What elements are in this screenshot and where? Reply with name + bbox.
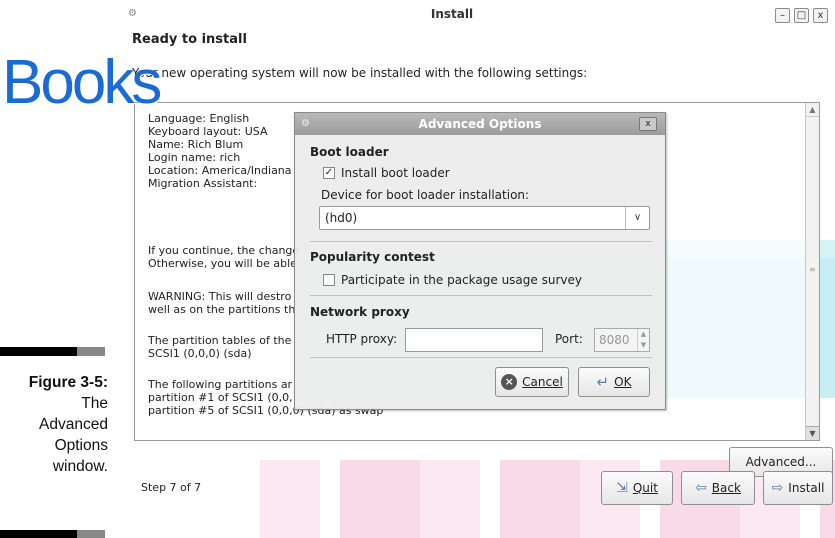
port-label: Port: [555, 332, 583, 346]
summary-line: partition #1 of SCSI1 (0,0, [148, 391, 293, 404]
port-value: 8080 [599, 333, 630, 347]
window-title: Install [430, 7, 474, 21]
install-boot-loader-label: Install boot loader [341, 166, 450, 180]
section-divider [310, 241, 652, 242]
port-spinner[interactable]: 8080 ▲ ▼ [594, 328, 650, 352]
section-divider [310, 295, 652, 296]
install-button[interactable]: ⇨ Install [763, 471, 833, 505]
dialog-title: Advanced Options [418, 117, 542, 131]
caption-rule-top [0, 347, 77, 356]
device-label-text: Device for boot loader installation: [321, 188, 530, 202]
advanced-button-label: Advanced... [745, 455, 817, 469]
summary-line: Name: Rich Blum [148, 138, 244, 151]
back-arrow-icon: ⇦ [695, 480, 707, 496]
caption-line: The [81, 395, 108, 412]
ok-arrow-icon: ↵ [596, 373, 610, 391]
scroll-down-icon[interactable]: ▼ [806, 426, 819, 440]
popularity-contest-heading: Popularity contest [310, 250, 435, 264]
summary-line: SCSI1 (0,0,0) (sda) [148, 347, 252, 360]
caption-line: Advanced [39, 416, 108, 433]
summary-line: Keyboard layout: USA [148, 125, 268, 138]
boot-device-value: (hd0) [325, 211, 358, 225]
scroll-up-icon[interactable]: ▲ [806, 103, 819, 117]
caption-line: Options [54, 437, 108, 454]
ok-button-label: OK [614, 375, 632, 389]
chevron-down-icon[interactable]: ∨ [625, 207, 649, 229]
figure-caption: Figure 3-5: The Advanced Options window. [29, 372, 108, 477]
scroll-grip-icon[interactable]: ≡ [809, 265, 816, 274]
quit-icon: ⇲ [616, 480, 628, 496]
device-label: Device for boot loader installation: [321, 188, 529, 202]
http-proxy-label-text: HTTP proxy: [326, 332, 398, 346]
caption-line: window. [52, 458, 108, 475]
step-indicator: Step 7 of 7 [141, 481, 202, 494]
summary-line: WARNING: This will destro [148, 290, 292, 303]
network-proxy-heading: Network proxy [310, 305, 410, 319]
summary-line: Login name: rich [148, 151, 241, 164]
package-survey-option[interactable]: Participate in the package usage survey [323, 273, 582, 287]
quit-button[interactable]: ⇲ Quit [601, 471, 673, 505]
dialog-close-button[interactable]: x [639, 117, 657, 131]
boot-loader-heading: Boot loader [310, 145, 389, 159]
summary-line: The following partitions ar [148, 378, 293, 391]
summary-line: well as on the partitions th [148, 303, 296, 316]
books-logo: Books [2, 48, 162, 117]
install-boot-loader-checkbox[interactable]: ✓ [323, 167, 335, 179]
package-survey-label: Participate in the package usage survey [341, 273, 582, 287]
window-titlebar[interactable]: ⚙ Install – □ x [122, 4, 835, 26]
spinner-arrows-icon[interactable]: ▲ ▼ [637, 329, 649, 351]
summary-line: Migration Assistant: [148, 177, 258, 190]
ok-button[interactable]: ↵ OK [578, 367, 650, 397]
figure-number: Figure 3-5: [28, 374, 108, 391]
forward-arrow-icon: ⇨ [771, 480, 784, 496]
cancel-button[interactable]: × Cancel [495, 367, 569, 397]
port-label-text: Port: [555, 332, 583, 346]
page-title: Ready to install [132, 32, 247, 47]
maximize-button[interactable]: □ [794, 8, 809, 23]
summary-line: If you continue, the change [148, 244, 300, 257]
quit-button-label: Quit [632, 481, 658, 495]
summary-line: Language: English [148, 112, 250, 125]
advanced-options-dialog: ⚙ Advanced Options x Boot loader ✓ Insta… [294, 112, 666, 410]
dialog-titlebar[interactable]: ⚙ Advanced Options x [295, 113, 665, 135]
caption-rule-top-gray [77, 347, 105, 356]
close-button[interactable]: x [813, 8, 828, 23]
summary-scrollbar[interactable]: ▲ ≡ ▼ [805, 103, 819, 440]
http-proxy-input[interactable] [405, 328, 543, 352]
install-button-label: Install [788, 481, 825, 495]
summary-line: Otherwise, you will be able [148, 257, 297, 270]
caption-rule-bottom [0, 530, 77, 538]
summary-line: The partition tables of the [148, 334, 292, 347]
http-proxy-label: HTTP proxy: [326, 332, 397, 346]
section-divider [310, 357, 652, 358]
minimize-button[interactable]: – [775, 8, 790, 23]
back-button-label: Back [711, 481, 741, 495]
summary-line: Location: America/Indiana [148, 164, 292, 177]
package-survey-checkbox[interactable] [323, 274, 335, 286]
boot-device-dropdown[interactable]: (hd0) ∨ [319, 206, 650, 230]
caption-rule-bottom-gray [77, 530, 105, 538]
cancel-button-label: Cancel [522, 375, 563, 389]
intro-text: Your new operating system will now be in… [132, 66, 588, 80]
back-button[interactable]: ⇦ Back [681, 471, 755, 505]
install-boot-loader-option[interactable]: ✓ Install boot loader [323, 166, 450, 180]
cancel-icon: × [501, 374, 518, 390]
